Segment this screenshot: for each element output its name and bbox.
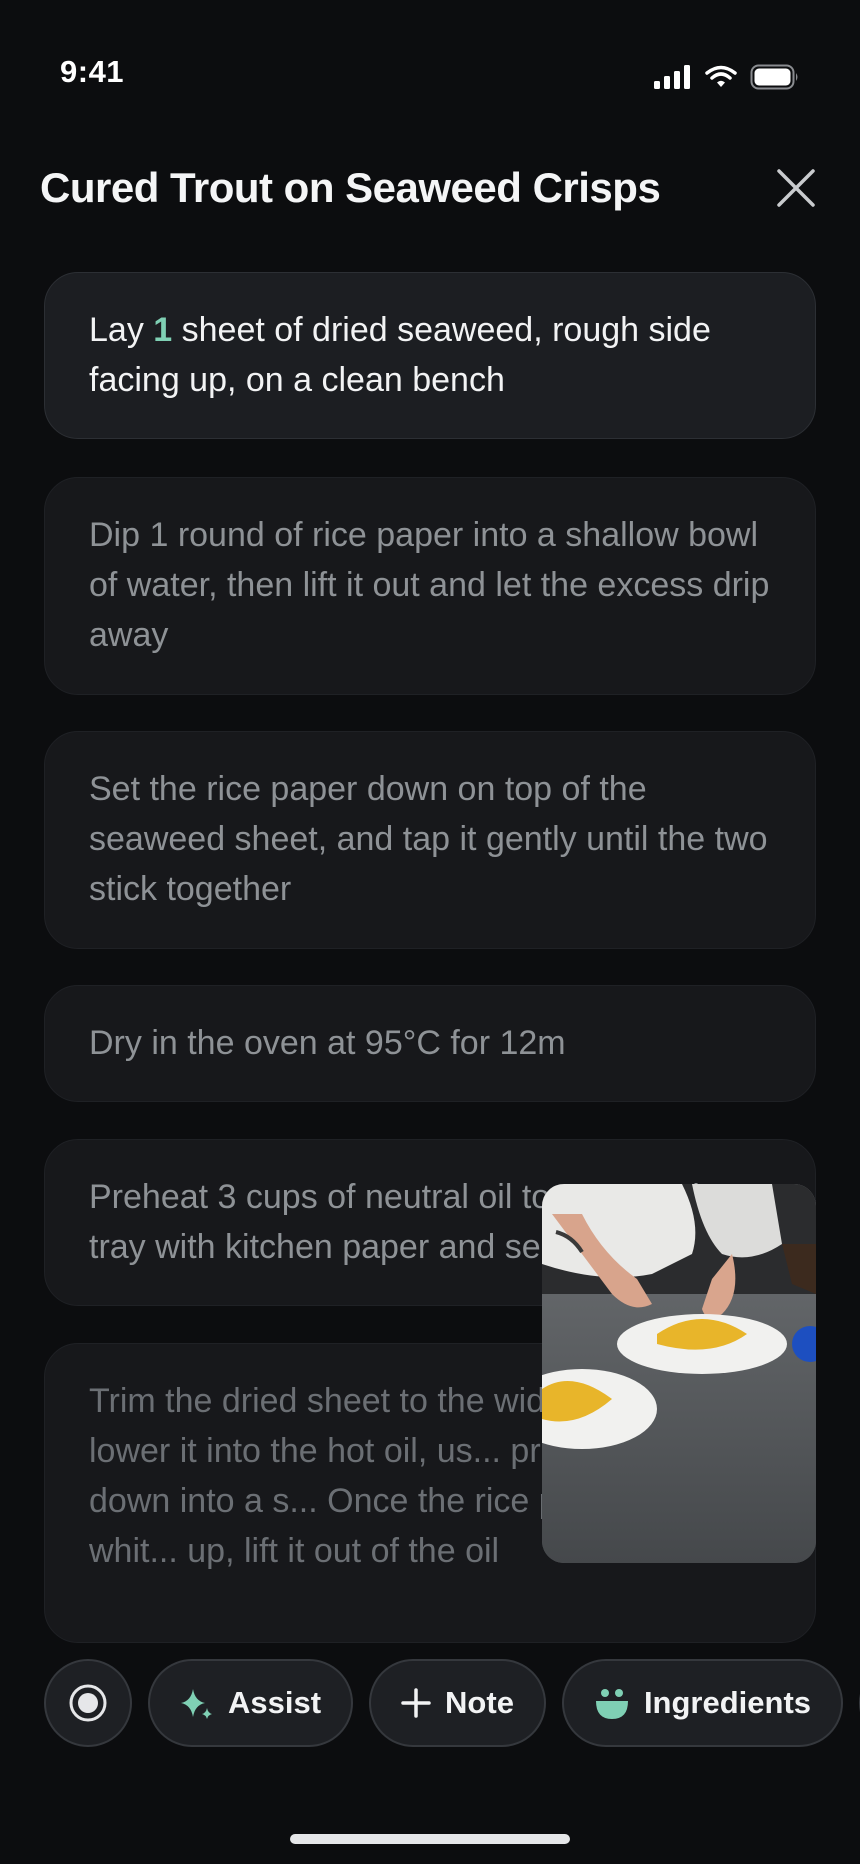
step-text: Set the rice paper down on top of the se… [89, 770, 768, 908]
assist-label: Assist [228, 1685, 322, 1720]
page-title: Cured Trout on Seaweed Crisps [40, 164, 661, 211]
header: Cured Trout on Seaweed Crisps [40, 160, 820, 220]
close-icon [777, 169, 815, 207]
ingredients-label: Ingredients [643, 1685, 812, 1720]
note-label: Note [445, 1685, 514, 1720]
step-quantity: 1 [153, 311, 173, 349]
assist-button[interactable]: Assist [148, 1659, 354, 1747]
record-button[interactable] [44, 1659, 132, 1747]
step-text: Dry in the oven at 95°C for 12m [89, 1024, 566, 1062]
step-text: Dip 1 round of rice paper into a shallow… [89, 516, 770, 654]
step-card-4[interactable]: Dry in the oven at 95°C for 12m [44, 985, 816, 1102]
ingredients-button[interactable]: Ingredients [561, 1659, 844, 1747]
video-frame-image [542, 1184, 816, 1563]
cellular-signal-icon [654, 65, 690, 89]
bottom-toolbar: Assist Note Ingredients [0, 1658, 860, 1748]
home-indicator [290, 1834, 570, 1844]
step-card-1[interactable]: Lay 1 sheet of dried seaweed, rough side… [44, 272, 816, 439]
status-icons [654, 64, 800, 90]
step-text-suffix: sheet of dried seaweed, rough side facin… [89, 311, 711, 399]
close-button[interactable] [772, 164, 820, 212]
status-bar: 9:41 [0, 0, 860, 140]
wifi-icon [705, 65, 737, 87]
plus-icon [401, 1688, 431, 1718]
video-pip[interactable] [542, 1184, 816, 1563]
bowl-icon [595, 1689, 628, 1719]
step-card-2[interactable]: Dip 1 round of rice paper into a shallow… [44, 477, 816, 695]
note-button[interactable]: Note [369, 1659, 546, 1747]
battery-icon [750, 64, 798, 90]
step-text-prefix: Lay [89, 311, 154, 349]
step-card-3[interactable]: Set the rice paper down on top of the se… [44, 731, 816, 949]
record-icon [69, 1684, 107, 1722]
sparkle-icon [181, 1689, 212, 1719]
status-time: 9:41 [60, 54, 125, 89]
